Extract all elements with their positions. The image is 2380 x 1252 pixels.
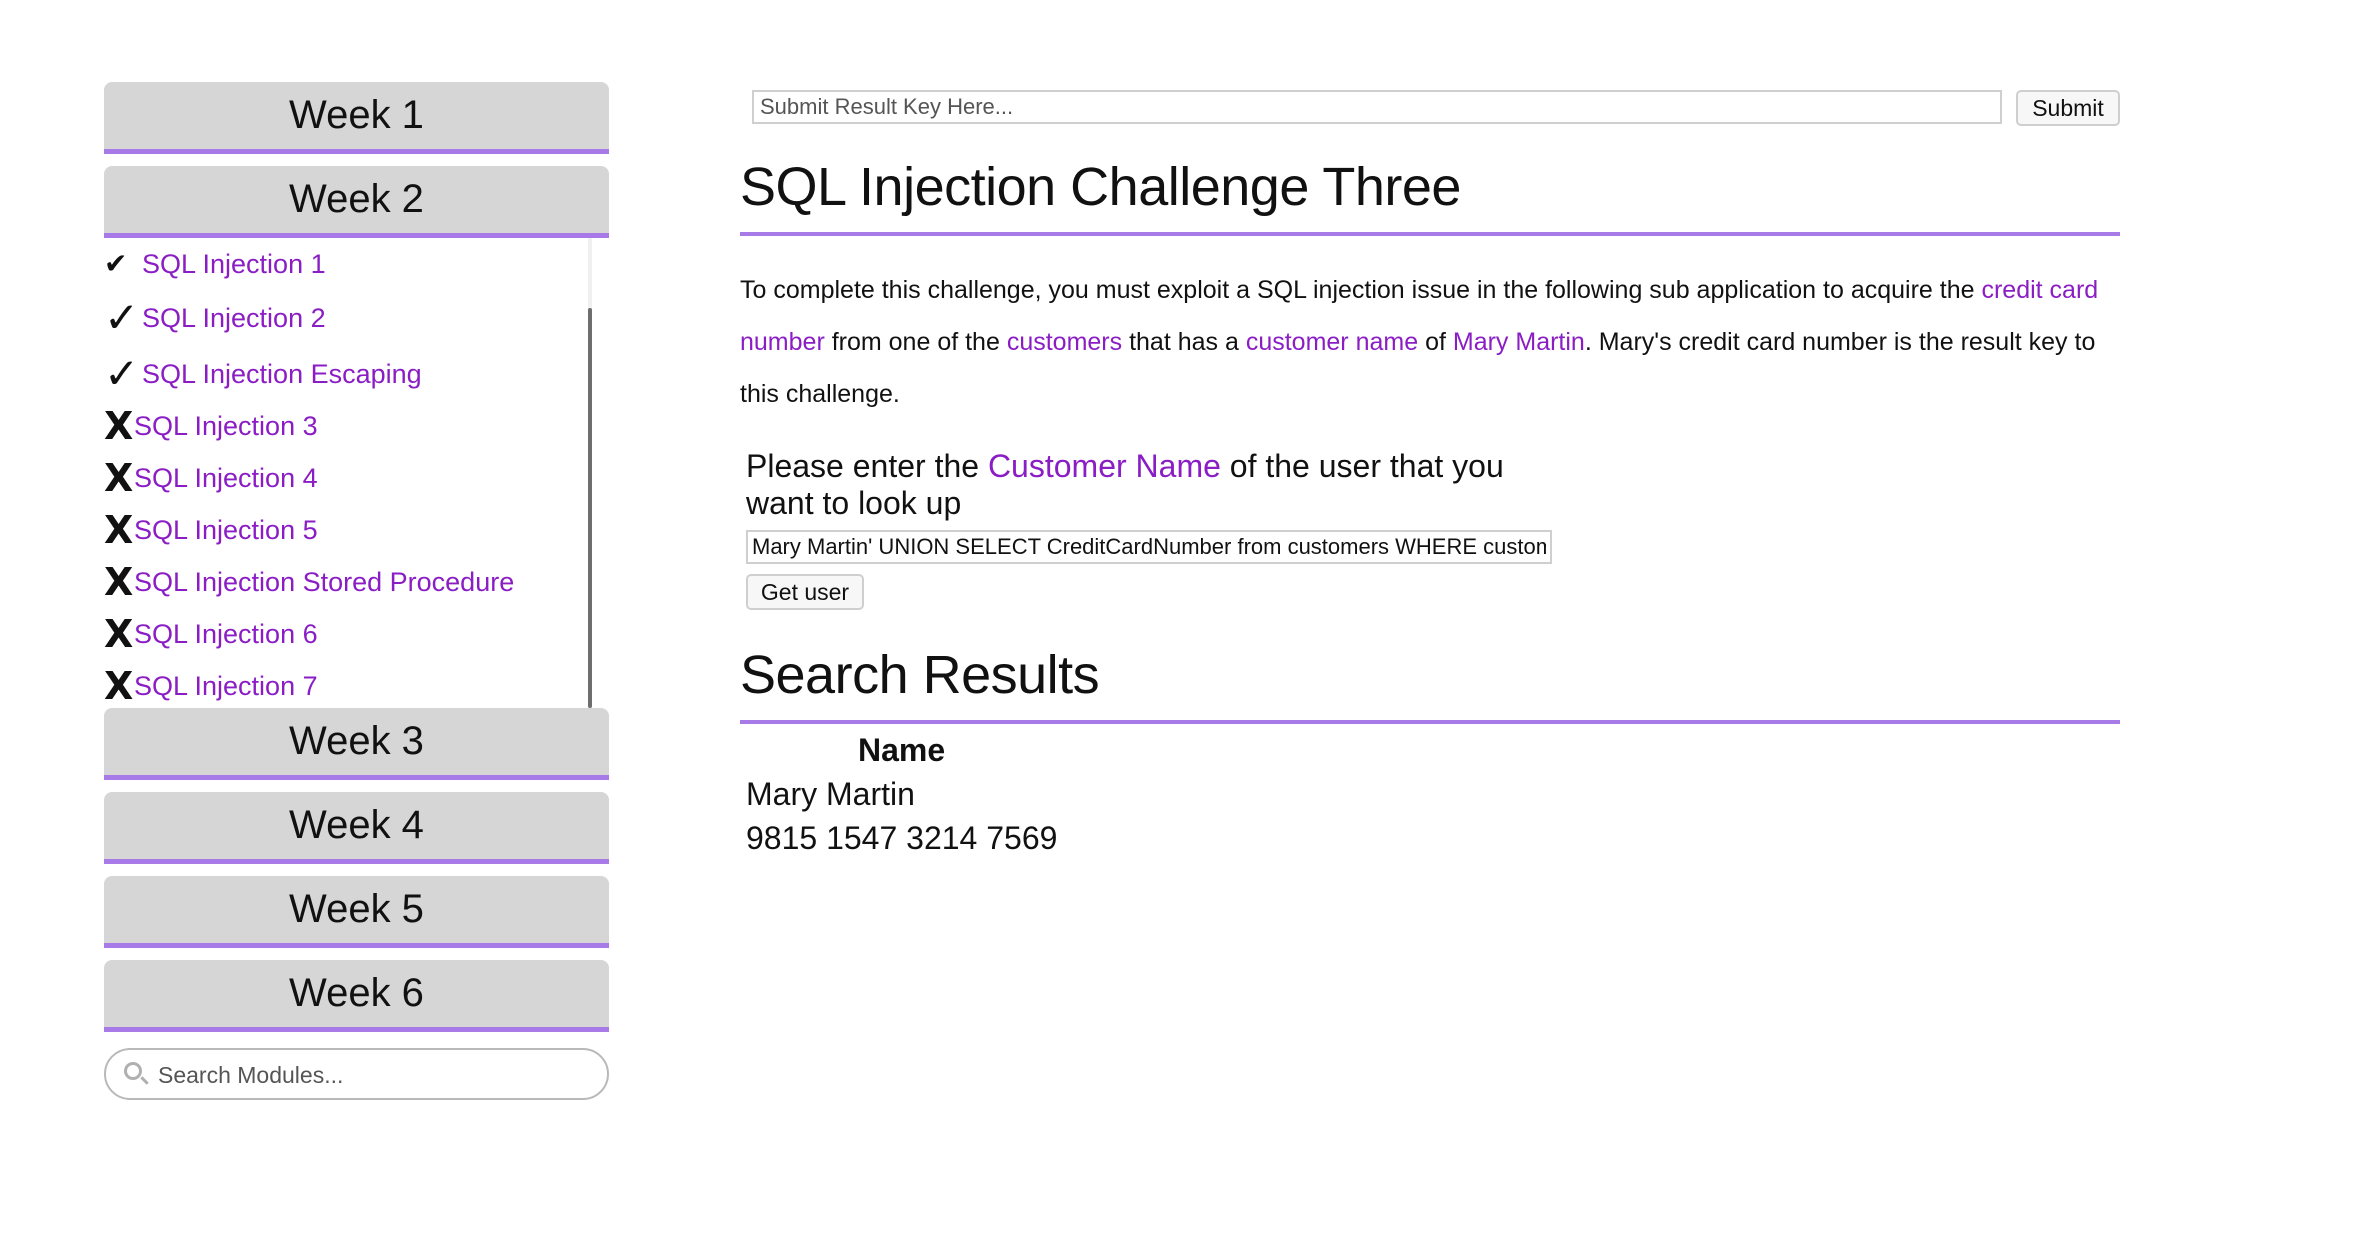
challenge-description: To complete this challenge, you must exp… bbox=[740, 264, 2120, 420]
week-1-button[interactable]: Week 1 bbox=[104, 82, 609, 154]
result-key-input[interactable] bbox=[752, 90, 2002, 124]
search-results-title: Search Results bbox=[740, 644, 2120, 724]
week-4-button[interactable]: Week 4 bbox=[104, 792, 609, 864]
customer-name-input[interactable] bbox=[746, 530, 1552, 564]
search-modules-input[interactable] bbox=[156, 1056, 590, 1094]
table-row: Mary Martin bbox=[746, 776, 915, 812]
module-label: SQL Injection 6 bbox=[134, 618, 318, 649]
module-label: SQL Injection Stored Procedure bbox=[134, 566, 515, 597]
week-5-button[interactable]: Week 5 bbox=[104, 876, 609, 948]
module-item-sql-injection-6[interactable]: X SQL Injection 6 bbox=[104, 608, 318, 660]
search-modules-box bbox=[104, 1048, 609, 1100]
cross-icon: X bbox=[104, 508, 134, 552]
checkmark-icon: ✓ bbox=[104, 350, 140, 397]
lookup-form: Please enter the Customer Name of the us… bbox=[746, 448, 1566, 610]
description-text: To complete this challenge, you must exp… bbox=[740, 276, 1982, 304]
checkmark-icon: ✔ bbox=[104, 248, 128, 279]
week-2-button[interactable]: Week 2 bbox=[104, 166, 609, 238]
module-label: SQL Injection 5 bbox=[134, 514, 318, 545]
module-item-sql-injection-2[interactable]: ✓ SQL Injection 2 bbox=[104, 292, 326, 344]
week-3-button[interactable]: Week 3 bbox=[104, 708, 609, 780]
description-text: that has a bbox=[1122, 328, 1246, 356]
module-item-sql-injection-4[interactable]: X SQL Injection 4 bbox=[104, 452, 318, 504]
module-list-scrollbar[interactable] bbox=[588, 238, 592, 708]
highlight-customer-name: customer name bbox=[1245, 328, 1419, 356]
module-label: SQL Injection 3 bbox=[134, 410, 318, 441]
module-item-sql-injection-stored-procedure[interactable]: X SQL Injection Stored Procedure bbox=[104, 556, 514, 608]
page: Week 1 Week 2 ✔ SQL Injection 1 ✓ SQL In… bbox=[0, 0, 2380, 1252]
module-label: SQL Injection Escaping bbox=[142, 358, 422, 389]
module-list: ✔ SQL Injection 1 ✓ SQL Injection 2 ✓ SQ… bbox=[104, 238, 609, 708]
prompt-highlight: Customer Name bbox=[987, 448, 1221, 484]
module-label: SQL Injection 4 bbox=[134, 462, 318, 493]
week-6-button[interactable]: Week 6 bbox=[104, 960, 609, 1032]
cross-icon: X bbox=[104, 560, 134, 604]
module-label: SQL Injection 1 bbox=[142, 248, 326, 279]
highlight-mary-martin: Mary Martin bbox=[1452, 328, 1585, 356]
module-label: SQL Injection 7 bbox=[134, 670, 318, 701]
column-header-name: Name bbox=[858, 732, 946, 768]
get-user-button[interactable]: Get user bbox=[746, 574, 864, 610]
page-title: SQL Injection Challenge Three bbox=[740, 156, 2120, 236]
module-item-sql-injection-5[interactable]: X SQL Injection 5 bbox=[104, 504, 318, 556]
scrollbar-thumb[interactable] bbox=[588, 308, 592, 708]
highlight-customers: customers bbox=[1006, 328, 1123, 356]
module-label: SQL Injection 2 bbox=[142, 302, 326, 333]
table-row: 9815 1547 3214 7569 bbox=[746, 820, 1058, 856]
cross-icon: X bbox=[104, 612, 134, 656]
search-icon bbox=[124, 1062, 142, 1080]
prompt-text: Please enter the bbox=[746, 448, 988, 484]
module-item-sql-injection-escaping[interactable]: ✓ SQL Injection Escaping bbox=[104, 348, 422, 400]
lookup-prompt: Please enter the Customer Name of the us… bbox=[746, 448, 1566, 522]
description-text: from one of the bbox=[824, 328, 1007, 356]
cross-icon: X bbox=[104, 404, 134, 448]
module-item-sql-injection-7[interactable]: X SQL Injection 7 bbox=[104, 660, 318, 708]
submit-button[interactable]: Submit bbox=[2016, 90, 2120, 126]
cross-icon: X bbox=[104, 456, 134, 500]
module-item-sql-injection-1[interactable]: ✔ SQL Injection 1 bbox=[104, 238, 326, 290]
result-key-form: Submit bbox=[752, 90, 2120, 126]
sidebar: Week 1 Week 2 ✔ SQL Injection 1 ✓ SQL In… bbox=[104, 82, 609, 1100]
module-item-sql-injection-3[interactable]: X SQL Injection 3 bbox=[104, 400, 318, 452]
results-table: Name Mary Martin 9815 1547 3214 7569 bbox=[746, 728, 1057, 860]
checkmark-icon: ✓ bbox=[104, 294, 140, 341]
cross-icon: X bbox=[104, 664, 134, 708]
description-text: of bbox=[1418, 328, 1453, 356]
